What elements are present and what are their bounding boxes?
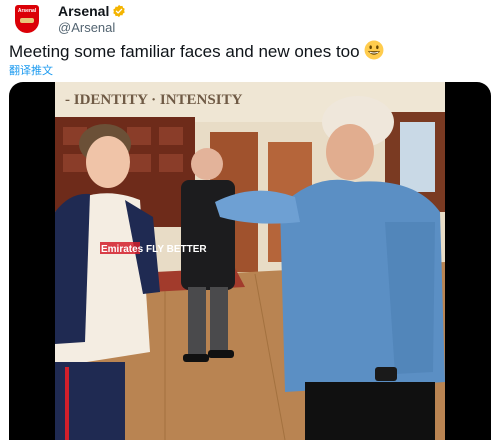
verified-badge-icon: [113, 4, 126, 18]
translate-tweet-link[interactable]: 翻译推文: [9, 62, 53, 78]
arsenal-crest-icon: Arsenal: [15, 5, 39, 33]
account-handle[interactable]: @Arsenal: [58, 20, 126, 35]
tweet-text: Meeting some familiar faces and new ones…: [9, 40, 384, 62]
tweet-photo: - IDENTITY · INTENSITY Emirates FLY BETT…: [55, 82, 445, 440]
account-avatar[interactable]: Arsenal: [10, 2, 44, 36]
tweet-header: Arsenal @Arsenal: [58, 3, 126, 35]
grinning-face-emoji-icon: [364, 40, 384, 60]
display-name[interactable]: Arsenal: [58, 3, 109, 19]
svg-text:Emirates FLY BETTER: Emirates FLY BETTER: [101, 244, 207, 255]
tweet-media-video[interactable]: - IDENTITY · INTENSITY Emirates FLY BETT…: [9, 82, 491, 440]
wall-lettering: - IDENTITY · INTENSITY: [65, 92, 243, 108]
